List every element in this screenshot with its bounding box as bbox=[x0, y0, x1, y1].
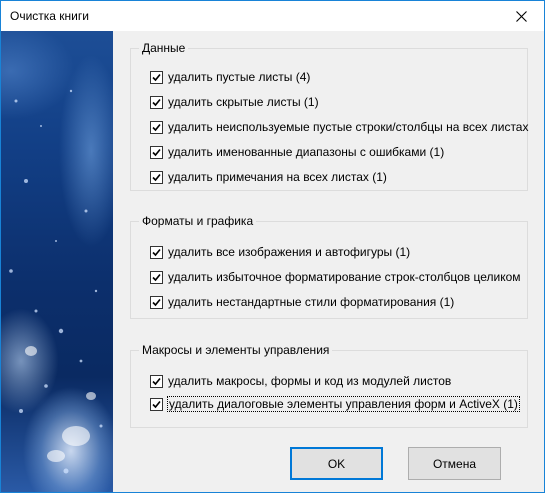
checkbox-label: удалить пустые листы (4) bbox=[168, 70, 311, 84]
checkmark-icon bbox=[152, 400, 161, 408]
checkbox-box[interactable] bbox=[150, 270, 163, 284]
checkmark-icon bbox=[152, 298, 161, 306]
checkmark-icon bbox=[152, 148, 161, 156]
checkmark-icon bbox=[152, 73, 161, 81]
checkbox-label: удалить примечания на всех листах (1) bbox=[168, 170, 387, 184]
dialog-window: Очистка книги Данные удалить пустые лист… bbox=[0, 0, 545, 493]
group-formats-graphics: Форматы и графика удалить все изображени… bbox=[130, 214, 528, 319]
checkmark-icon bbox=[152, 173, 161, 181]
checkbox-box[interactable] bbox=[150, 70, 163, 84]
checkbox-remove-comments[interactable]: удалить примечания на всех листах (1) bbox=[150, 169, 387, 185]
checkbox-box[interactable] bbox=[150, 145, 163, 159]
checkmark-icon bbox=[152, 123, 161, 131]
group-data: Данные удалить пустые листы (4) удалить … bbox=[130, 41, 528, 191]
checkbox-label: удалить нестандартные стили форматирован… bbox=[168, 295, 455, 309]
group-formats-title: Форматы и графика bbox=[142, 214, 254, 228]
checkbox-label: удалить скрытые листы (1) bbox=[168, 95, 319, 109]
checkbox-remove-empty-sheets[interactable]: удалить пустые листы (4) bbox=[150, 69, 310, 85]
checkbox-remove-images[interactable]: удалить все изображения и автофигуры (1) bbox=[150, 244, 410, 260]
checkbox-box[interactable] bbox=[150, 397, 163, 411]
side-decoration-image bbox=[1, 31, 113, 492]
checkbox-remove-unused-rows-cols[interactable]: удалить неиспользуемые пустые строки/сто… bbox=[150, 119, 528, 135]
group-macros-title: Макросы и элементы управления bbox=[142, 343, 330, 357]
cancel-button[interactable]: Отмена bbox=[408, 447, 501, 480]
checkbox-box[interactable] bbox=[150, 95, 163, 109]
checkbox-remove-bad-names[interactable]: удалить именованные диапазоны с ошибками… bbox=[150, 144, 444, 160]
close-button[interactable] bbox=[498, 1, 544, 31]
checkbox-remove-custom-styles[interactable]: удалить нестандартные стили форматирован… bbox=[150, 294, 454, 310]
checkbox-label: удалить избыточное форматирование строк-… bbox=[168, 270, 521, 284]
checkbox-remove-form-controls[interactable]: удалить диалоговые элементы управления ф… bbox=[150, 396, 520, 412]
checkbox-box[interactable] bbox=[150, 170, 163, 184]
checkbox-box[interactable] bbox=[150, 374, 163, 388]
checkbox-box[interactable] bbox=[150, 295, 163, 309]
title-bar: Очистка книги bbox=[1, 1, 544, 31]
checkbox-remove-hidden-sheets[interactable]: удалить скрытые листы (1) bbox=[150, 94, 319, 110]
checkmark-icon bbox=[152, 377, 161, 385]
group-macros-controls: Макросы и элементы управления удалить ма… bbox=[130, 343, 528, 428]
checkbox-remove-excess-formatting[interactable]: удалить избыточное форматирование строк-… bbox=[150, 269, 521, 285]
ok-button[interactable]: OK bbox=[290, 447, 383, 480]
window-title: Очистка книги bbox=[10, 9, 89, 23]
checkbox-label: удалить неиспользуемые пустые строки/сто… bbox=[168, 120, 529, 134]
checkbox-remove-macros[interactable]: удалить макросы, формы и код из модулей … bbox=[150, 373, 451, 389]
group-data-title: Данные bbox=[142, 41, 186, 55]
close-icon bbox=[515, 10, 527, 22]
checkbox-label: удалить макросы, формы и код из модулей … bbox=[168, 374, 452, 388]
checkbox-box[interactable] bbox=[150, 245, 163, 259]
checkmark-icon bbox=[152, 248, 161, 256]
checkmark-icon bbox=[152, 273, 161, 281]
checkbox-label: удалить все изображения и автофигуры (1) bbox=[168, 245, 411, 259]
checkbox-label: удалить именованные диапазоны с ошибками… bbox=[168, 145, 445, 159]
dialog-content: Данные удалить пустые листы (4) удалить … bbox=[113, 31, 544, 492]
checkbox-label: удалить диалоговые элементы управления ф… bbox=[167, 396, 520, 412]
checkbox-box[interactable] bbox=[150, 120, 163, 134]
checkmark-icon bbox=[152, 98, 161, 106]
